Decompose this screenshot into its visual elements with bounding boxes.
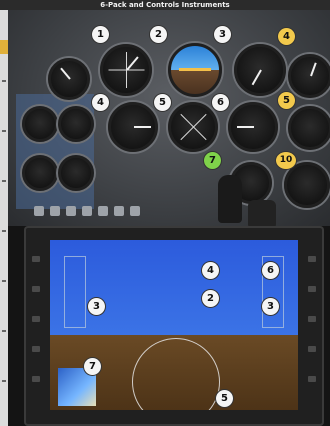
callout-badge: 2 [202, 290, 219, 307]
round-gauge-icon [48, 58, 90, 100]
pfd-sky [50, 240, 298, 336]
switch-row [34, 200, 154, 224]
left-strip-mark [2, 280, 6, 282]
round-gauge-icon [288, 54, 330, 98]
callout-badge: 2 [150, 26, 167, 43]
glass-cockpit-display: 4 6 3 2 3 7 5 [24, 226, 324, 426]
left-strip-mark [2, 180, 6, 182]
left-edge-strip [0, 10, 8, 426]
attitude-indicator-icon [168, 43, 222, 97]
six-pack-panel: 1 2 3 4 4 5 6 5 7 10 [8, 10, 330, 230]
left-strip-tab [0, 40, 8, 54]
callout-badge: 5 [154, 94, 171, 111]
callout-badge: 6 [262, 262, 279, 279]
callout-badge: 6 [212, 94, 229, 111]
callout-badge: 4 [92, 94, 109, 111]
left-strip-mark [2, 80, 6, 82]
left-strip-mark [2, 230, 6, 232]
callout-badge: 7 [84, 358, 101, 375]
airspeed-indicator-icon [100, 44, 152, 96]
round-gauge-icon [22, 106, 58, 142]
control-yoke-icon [218, 175, 242, 223]
callout-badge: 3 [214, 26, 231, 43]
round-gauge-icon [58, 155, 94, 191]
page-title: 6-Pack and Controls Instruments [0, 0, 330, 10]
callout-badge: 3 [262, 298, 279, 315]
callout-badge: 3 [88, 298, 105, 315]
round-gauge-icon [284, 162, 330, 208]
left-strip-mark [2, 330, 6, 332]
callout-badge: 4 [202, 262, 219, 279]
round-gauge-icon [22, 155, 58, 191]
callout-badge: 5 [216, 390, 233, 407]
pfd-screen: 4 6 3 2 3 7 5 [50, 240, 298, 410]
callout-badge: 10 [276, 152, 296, 169]
altimeter-icon [234, 44, 286, 96]
left-strip-mark [2, 130, 6, 132]
callout-badge: 4 [278, 28, 295, 45]
round-gauge-icon [58, 106, 94, 142]
vertical-speed-indicator-icon [228, 102, 278, 152]
heading-indicator-icon [168, 102, 218, 152]
left-strip-mark [2, 380, 6, 382]
airspeed-tape [64, 256, 86, 328]
turn-coordinator-icon [108, 102, 158, 152]
instrument-panel-figure: 6-Pack and Controls Instruments 1 2 3 4 … [0, 0, 330, 426]
callout-badge: 7 [204, 152, 221, 169]
callout-badge: 1 [92, 26, 109, 43]
round-gauge-icon [288, 106, 330, 150]
callout-badge: 5 [278, 92, 295, 109]
